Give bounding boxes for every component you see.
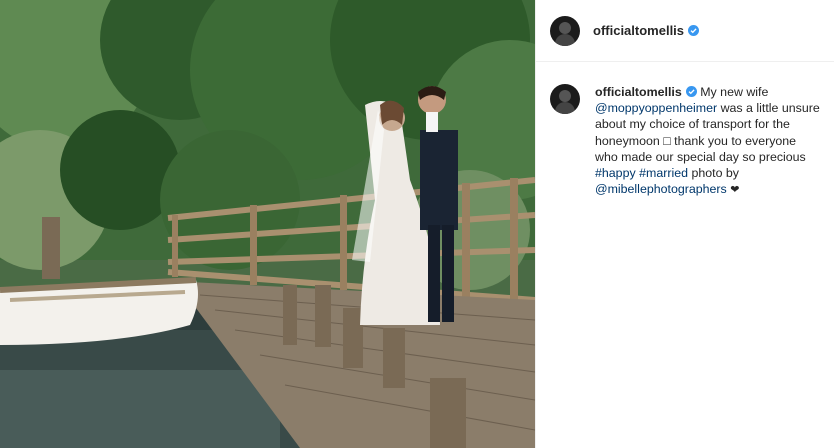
- wedding-dock-photo: [0, 0, 535, 448]
- mention-link[interactable]: @moppyoppenheimer: [595, 101, 717, 115]
- caption-text-4: photo by: [691, 166, 740, 181]
- hashtag-link[interactable]: #happy: [595, 166, 636, 180]
- caption-comment: officialtomellis My new wife @moppyoppen…: [536, 62, 834, 198]
- caption-text: officialtomellis My new wife @moppyoppen…: [595, 84, 820, 198]
- header-username[interactable]: officialtomellis: [593, 23, 684, 38]
- heart-icon: ❤: [730, 184, 740, 197]
- post-header: officialtomellis: [536, 0, 834, 62]
- caption-text-1: My new wife: [700, 85, 769, 99]
- verified-badge-icon: [688, 25, 700, 36]
- mention-link[interactable]: @mibellephotographers: [595, 182, 727, 196]
- caption-username[interactable]: officialtomellis: [595, 85, 682, 99]
- avatar[interactable]: [550, 15, 580, 46]
- post-sidebar: officialtomellis officialtomellis My new…: [535, 0, 834, 448]
- emoji-glyph: □: [663, 133, 671, 148]
- post-photo[interactable]: [0, 0, 535, 448]
- hashtag-link[interactable]: #married: [639, 166, 688, 180]
- caption-avatar[interactable]: [550, 84, 580, 114]
- instagram-post: officialtomellis officialtomellis My new…: [0, 0, 834, 448]
- verified-badge-icon: [685, 86, 697, 97]
